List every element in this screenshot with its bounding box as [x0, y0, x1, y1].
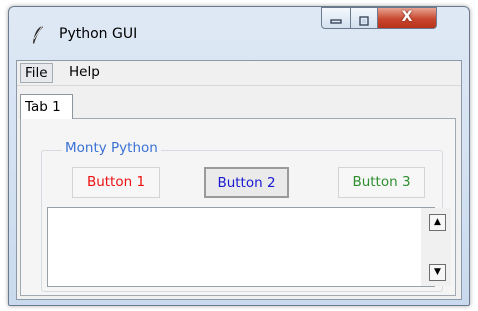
button-2[interactable]: Button 2: [204, 167, 289, 198]
window-title: Python GUI: [59, 26, 138, 42]
tab-1[interactable]: Tab 1: [20, 94, 73, 119]
maximize-icon: [351, 12, 377, 31]
menu-bar: File Help: [17, 61, 461, 83]
scroll-up-button[interactable]: ▲: [429, 214, 446, 231]
vertical-scrollbar[interactable]: ▲ ▼: [421, 208, 451, 286]
group-label: Monty Python: [62, 140, 161, 156]
down-arrow-icon: ▼: [434, 267, 441, 277]
title-bar[interactable]: Python GUI X: [9, 7, 469, 59]
close-icon: X: [401, 9, 413, 25]
up-arrow-icon: ▲: [434, 217, 441, 227]
menu-file[interactable]: File: [20, 63, 53, 83]
button-3[interactable]: Button 3: [338, 167, 425, 198]
close-button[interactable]: X: [377, 7, 437, 29]
minimize-icon: [322, 9, 350, 28]
button-1[interactable]: Button 1: [72, 167, 160, 198]
menu-help[interactable]: Help: [65, 63, 104, 81]
minimize-button[interactable]: [321, 7, 351, 29]
maximize-button[interactable]: [350, 7, 378, 29]
app-window: Python GUI X File Help Tab 1 Monty Pytho…: [8, 6, 470, 306]
feather-icon: [33, 25, 43, 44]
client-area: File Help Tab 1 Monty Python Button 1 Bu…: [16, 60, 462, 300]
menu-divider: [17, 85, 461, 86]
scrolled-text-area[interactable]: [47, 207, 435, 287]
scroll-down-button[interactable]: ▼: [429, 264, 446, 281]
